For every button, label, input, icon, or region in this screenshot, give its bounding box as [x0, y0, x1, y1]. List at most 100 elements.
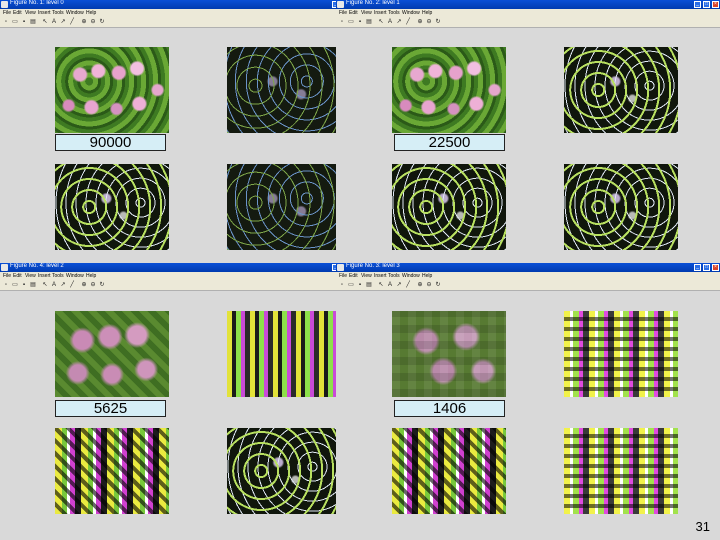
figure-icon	[337, 1, 344, 8]
menu-edit[interactable]: Edit	[349, 9, 358, 18]
rotate-icon[interactable]: ↻	[435, 19, 441, 25]
line-tool-icon[interactable]: ╱	[405, 19, 411, 25]
save-icon[interactable]: ▪	[357, 282, 363, 288]
new-icon[interactable]: ▫	[339, 282, 345, 288]
new-icon[interactable]: ▫	[339, 19, 345, 25]
figure-icon	[1, 264, 8, 271]
menu-edit[interactable]: Edit	[349, 272, 358, 281]
menu-help[interactable]: Help	[422, 9, 432, 18]
menu-window[interactable]: Window	[66, 9, 84, 18]
menu-view[interactable]: View	[25, 9, 36, 18]
menu-help[interactable]: Help	[86, 9, 96, 18]
toolbar: ▫ ▭ ▪ ▤ ↖ A ↗ ╱ ⊕ ⊖ ↻	[336, 281, 720, 291]
menu-tools[interactable]: Tools	[52, 272, 64, 281]
line-tool-icon[interactable]: ╱	[69, 282, 75, 288]
menu-edit[interactable]: Edit	[13, 9, 22, 18]
menu-view[interactable]: View	[361, 272, 372, 281]
line-icon[interactable]: ↗	[396, 19, 402, 25]
menu-help[interactable]: Help	[422, 272, 432, 281]
menu-tools[interactable]: Tools	[388, 272, 400, 281]
close-button[interactable]: ×	[712, 264, 719, 271]
save-icon[interactable]: ▪	[21, 19, 27, 25]
menu-tools[interactable]: Tools	[52, 9, 64, 18]
rotate-icon[interactable]: ↻	[99, 282, 105, 288]
new-icon[interactable]: ▫	[3, 282, 9, 288]
zoom-in-icon[interactable]: ⊕	[417, 282, 423, 288]
figure-window-3: Figure No. 4: level 2 _ □ × File Edit Vi…	[0, 263, 358, 540]
menu-view[interactable]: View	[25, 272, 36, 281]
zoom-in-icon[interactable]: ⊕	[81, 19, 87, 25]
maximize-button[interactable]: □	[703, 1, 710, 8]
menu-file[interactable]: File	[3, 272, 11, 281]
text-icon[interactable]: A	[51, 19, 57, 25]
figure-canvas: 22500	[336, 28, 720, 265]
rotate-icon[interactable]: ↻	[435, 282, 441, 288]
menu-edit[interactable]: Edit	[13, 272, 22, 281]
line-icon[interactable]: ↗	[396, 282, 402, 288]
arrow-icon[interactable]: ↖	[42, 282, 48, 288]
image-detail-vertical	[392, 164, 506, 250]
line-icon[interactable]: ↗	[60, 19, 66, 25]
zoom-out-icon[interactable]: ⊖	[90, 282, 96, 288]
minimize-button[interactable]: _	[694, 264, 701, 271]
menu-bar: File Edit View Insert Tools Window Help	[0, 272, 358, 281]
menu-file[interactable]: File	[3, 9, 11, 18]
figure-canvas: 5625	[0, 291, 358, 540]
menu-insert[interactable]: Insert	[38, 272, 51, 281]
title-bar[interactable]: Figure No. 1: level 0 _ □ ×	[0, 0, 358, 9]
arrow-icon[interactable]: ↖	[42, 19, 48, 25]
zoom-out-icon[interactable]: ⊖	[90, 19, 96, 25]
zoom-in-icon[interactable]: ⊕	[81, 282, 87, 288]
toolbar: ▫ ▭ ▪ ▤ ↖ A ↗ ╱ ⊕ ⊖ ↻	[336, 18, 720, 28]
print-icon[interactable]: ▤	[30, 282, 36, 288]
menu-file[interactable]: File	[339, 9, 347, 18]
size-label: 1406	[394, 400, 505, 417]
text-icon[interactable]: A	[387, 19, 393, 25]
menu-file[interactable]: File	[339, 272, 347, 281]
open-icon[interactable]: ▭	[12, 19, 18, 25]
menu-insert[interactable]: Insert	[38, 9, 51, 18]
zoom-in-icon[interactable]: ⊕	[417, 19, 423, 25]
save-icon[interactable]: ▪	[357, 19, 363, 25]
arrow-icon[interactable]: ↖	[378, 282, 384, 288]
menu-bar: File Edit View Insert Tools Window Help	[0, 9, 358, 18]
open-icon[interactable]: ▭	[12, 282, 18, 288]
minimize-button[interactable]: _	[694, 1, 701, 8]
maximize-button[interactable]: □	[703, 264, 710, 271]
print-icon[interactable]: ▤	[366, 19, 372, 25]
menu-tools[interactable]: Tools	[388, 9, 400, 18]
toolbar: ▫ ▭ ▪ ▤ ↖ A ↗ ╱ ⊕ ⊖ ↻	[0, 18, 358, 28]
figure-icon	[337, 264, 344, 271]
zoom-out-icon[interactable]: ⊖	[426, 19, 432, 25]
print-icon[interactable]: ▤	[30, 19, 36, 25]
title-bar[interactable]: Figure No. 3: level 3 _ □ ×	[336, 263, 720, 272]
line-tool-icon[interactable]: ╱	[69, 19, 75, 25]
new-icon[interactable]: ▫	[3, 19, 9, 25]
window-title: Figure No. 1: level 0	[10, 0, 64, 6]
image-original	[392, 47, 506, 133]
close-button[interactable]: ×	[712, 1, 719, 8]
title-bar[interactable]: Figure No. 2: level 1 _ □ ×	[336, 0, 720, 9]
line-icon[interactable]: ↗	[60, 282, 66, 288]
figure-window-2: Figure No. 2: level 1 _ □ × File Edit Vi…	[336, 0, 720, 265]
menu-window[interactable]: Window	[402, 9, 420, 18]
text-icon[interactable]: A	[51, 282, 57, 288]
rotate-icon[interactable]: ↻	[99, 19, 105, 25]
menu-insert[interactable]: Insert	[374, 272, 387, 281]
zoom-out-icon[interactable]: ⊖	[426, 282, 432, 288]
text-icon[interactable]: A	[387, 282, 393, 288]
image-detail-horizontal	[564, 47, 678, 133]
image-detail-diagonal	[564, 164, 678, 250]
menu-view[interactable]: View	[361, 9, 372, 18]
save-icon[interactable]: ▪	[21, 282, 27, 288]
menu-window[interactable]: Window	[66, 272, 84, 281]
menu-insert[interactable]: Insert	[374, 9, 387, 18]
open-icon[interactable]: ▭	[348, 19, 354, 25]
title-bar[interactable]: Figure No. 4: level 2 _ □ ×	[0, 263, 358, 272]
arrow-icon[interactable]: ↖	[378, 19, 384, 25]
print-icon[interactable]: ▤	[366, 282, 372, 288]
menu-window[interactable]: Window	[402, 272, 420, 281]
menu-help[interactable]: Help	[86, 272, 96, 281]
open-icon[interactable]: ▭	[348, 282, 354, 288]
line-tool-icon[interactable]: ╱	[405, 282, 411, 288]
